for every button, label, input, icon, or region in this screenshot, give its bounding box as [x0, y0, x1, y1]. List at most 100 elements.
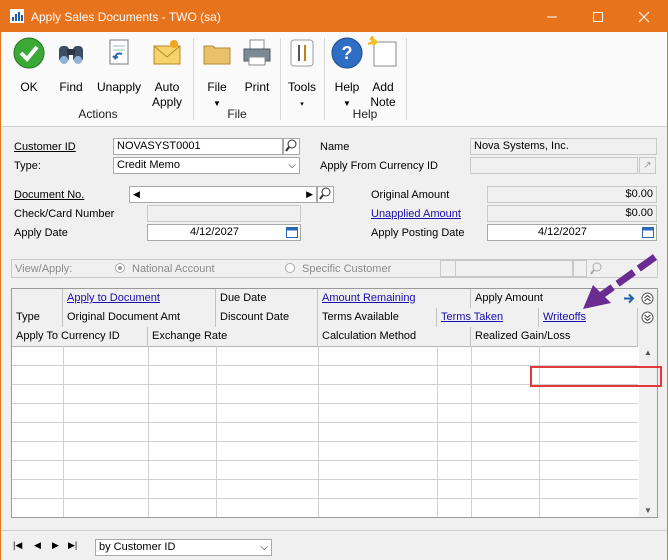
group-label-actions: Actions	[78, 107, 118, 121]
ribbon-separator	[406, 38, 407, 120]
grid-header-terms-available: Terms Available	[318, 308, 437, 327]
checkmark-icon	[13, 37, 45, 69]
minimize-icon	[547, 16, 557, 18]
customer-lookup-button[interactable]	[283, 138, 300, 155]
grid-header-exchange-rate: Exchange Rate	[148, 327, 318, 346]
apply-date-label: Apply Date	[14, 227, 68, 239]
document-no-label: Document No.	[14, 189, 85, 201]
file-menu-button[interactable]: File ▼	[199, 36, 235, 111]
grid-header-realized-gain-loss: Realized Gain/Loss	[471, 327, 638, 346]
sort-by-dropdown[interactable]: by Customer ID ⌵	[95, 539, 272, 556]
specific-customer-field	[455, 260, 573, 277]
svg-text:?: ?	[342, 43, 353, 63]
help-menu-button[interactable]: ? Help ▼	[329, 36, 365, 111]
close-icon	[638, 11, 650, 23]
unapplied-amount-link[interactable]: Unapplied Amount	[371, 208, 461, 220]
calendar-icon[interactable]	[286, 227, 298, 238]
note-icon	[367, 35, 397, 67]
grid-header-row-2: Type Original Document Amt Discount Date…	[12, 308, 638, 328]
view-apply-label: View/Apply:	[15, 263, 73, 275]
document-prev-icon[interactable]: ◀	[133, 187, 140, 202]
auto-apply-button[interactable]: Auto Apply	[147, 36, 187, 110]
national-account-label: National Account	[132, 263, 215, 275]
apply-from-currency-label: Apply From Currency ID	[320, 160, 438, 172]
check-card-label: Check/Card Number	[14, 208, 115, 220]
window-title: Apply Sales Documents - TWO (sa)	[31, 10, 221, 24]
type-dropdown[interactable]: Credit Memo ⌵	[113, 157, 300, 174]
apply-posting-date-field[interactable]: 4/12/2027	[487, 224, 657, 241]
title-bar: Apply Sales Documents - TWO (sa)	[1, 1, 667, 32]
specific-customer-radio[interactable]	[285, 263, 295, 273]
original-amount-label: Original Amount	[371, 189, 450, 201]
grid-header-row-1: Apply to Document Due Date Amount Remain…	[12, 289, 638, 309]
chevron-down-icon: ▾	[300, 101, 304, 108]
grid-header-apply-to-document[interactable]: Apply to Document	[63, 289, 216, 308]
apply-posting-date-label: Apply Posting Date	[371, 227, 465, 239]
check-card-field	[147, 205, 301, 222]
type-label: Type:	[14, 160, 41, 172]
unapplied-amount-field: $0.00	[487, 205, 657, 222]
document-next-icon[interactable]: ▶	[306, 187, 313, 202]
annotation-arrow	[583, 254, 658, 309]
app-icon	[10, 9, 24, 23]
grid-header-discount-date: Discount Date	[216, 308, 318, 327]
previous-record-icon[interactable]: ◀	[34, 540, 41, 551]
maximize-icon	[593, 12, 603, 23]
grid-header-original-document-amt: Original Document Amt	[63, 308, 216, 327]
customer-id-field[interactable]: NOVASYST0001	[113, 138, 283, 155]
document-lookup-button[interactable]	[317, 186, 334, 203]
specific-customer-label: Specific Customer	[302, 263, 392, 275]
tools-menu-button[interactable]: Tools ▾	[284, 36, 320, 112]
group-label-file: File	[227, 107, 247, 121]
currency-expansion-button[interactable]: ↗	[639, 157, 656, 174]
folder-icon	[203, 45, 231, 65]
ok-button[interactable]: OK	[9, 36, 49, 95]
scroll-up-icon[interactable]: ▲	[644, 348, 652, 357]
name-field: Nova Systems, Inc.	[470, 138, 657, 155]
group-label-help: Help	[352, 107, 378, 121]
apply-sales-documents-window: Apply Sales Documents - TWO (sa) OK Find…	[0, 0, 668, 560]
help-icon: ?	[331, 37, 363, 69]
apply-documents-grid: Apply to Document Due Date Amount Remain…	[11, 288, 658, 518]
first-record-icon[interactable]: |◀	[13, 540, 22, 551]
view-apply-row: View/Apply: National Account Specific Cu…	[11, 259, 658, 278]
maximize-button[interactable]	[575, 1, 621, 32]
unapply-document-icon	[109, 39, 129, 65]
find-button[interactable]: Find	[53, 36, 89, 95]
grid-header-row-3: Apply To Currency ID Exchange Rate Calcu…	[12, 327, 638, 347]
next-record-icon[interactable]: ▶	[52, 540, 59, 551]
document-no-field[interactable]: ◀ ▶	[129, 186, 317, 203]
ribbon-separator	[324, 38, 325, 120]
ribbon-toolbar: OK Find Unapply Auto Apply Actions File …	[1, 32, 667, 127]
name-label: Name	[320, 141, 350, 153]
printer-icon	[243, 39, 271, 66]
magnifier-icon	[319, 187, 331, 200]
apply-date-field[interactable]: 4/12/2027	[147, 224, 301, 241]
expansion-icon: ↗	[643, 160, 652, 171]
add-note-button[interactable]: Add Note	[365, 35, 401, 110]
grid-header-apply-to-currency-id: Apply To Currency ID	[12, 327, 148, 346]
original-amount-field: $0.00	[487, 186, 657, 203]
calendar-icon[interactable]	[642, 227, 654, 238]
grid-header-blank	[12, 289, 63, 308]
unapply-button[interactable]: Unapply	[94, 36, 144, 95]
minimize-button[interactable]	[529, 1, 575, 32]
grid-header-calculation-method: Calculation Method	[318, 327, 471, 346]
chevron-down-icon: ⌵	[288, 160, 296, 171]
apply-from-currency-field	[470, 157, 638, 174]
chevron-down-icon: ⌵	[260, 542, 268, 553]
national-account-radio[interactable]	[115, 263, 125, 273]
grid-header-amount-remaining[interactable]: Amount Remaining	[318, 289, 471, 308]
tools-icon	[290, 39, 314, 67]
print-button[interactable]: Print	[239, 36, 275, 95]
close-button[interactable]	[621, 1, 667, 32]
specific-customer-expand	[440, 260, 456, 277]
grid-header-due-date: Due Date	[216, 289, 318, 308]
magnifier-icon	[285, 139, 297, 152]
ribbon-separator	[280, 38, 281, 120]
last-record-icon[interactable]: ▶|	[68, 540, 77, 551]
ribbon-separator	[193, 38, 194, 120]
scroll-down-icon[interactable]: ▼	[644, 506, 652, 515]
grid-header-terms-taken[interactable]: Terms Taken	[437, 308, 539, 327]
annotation-highlight-box	[530, 366, 662, 387]
